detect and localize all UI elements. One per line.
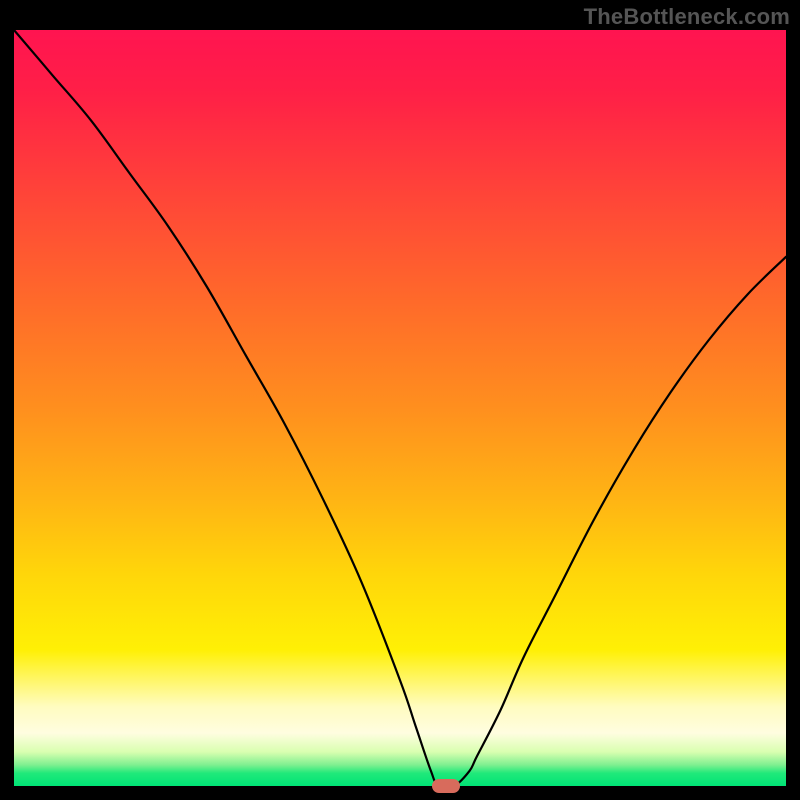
bottleneck-curve: [14, 30, 786, 786]
plot-area: [14, 30, 786, 786]
optimum-marker: [432, 779, 460, 793]
chart-frame: TheBottleneck.com: [0, 0, 800, 800]
curve-layer: [14, 30, 786, 786]
attribution-text: TheBottleneck.com: [584, 4, 790, 30]
